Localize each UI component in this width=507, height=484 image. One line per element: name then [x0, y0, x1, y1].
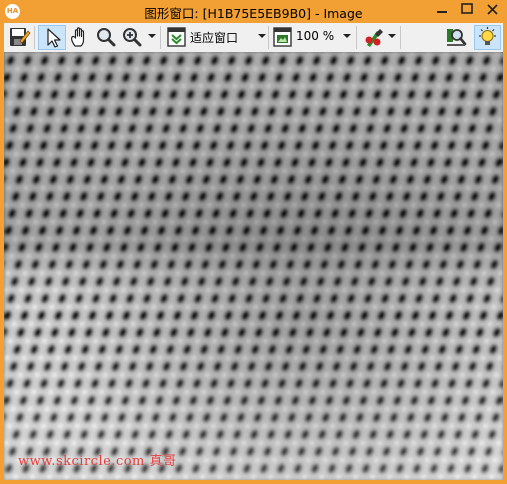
- zoom-percent-button[interactable]: [272, 25, 294, 50]
- hand-pan-icon: [71, 27, 85, 47]
- graphics-window: HA 图形窗口: [H1B75E5EB9B0] - Image 适应窗口 100…: [0, 0, 507, 484]
- separator: [268, 26, 269, 49]
- color-dropdown-arrow-icon[interactable]: [388, 34, 396, 38]
- light-toggle-button[interactable]: [474, 25, 501, 50]
- app-logo-icon: HA: [5, 4, 20, 19]
- inspect-button[interactable]: [444, 25, 468, 50]
- lightbulb-icon: [479, 27, 496, 45]
- color-tool-button[interactable]: [362, 25, 386, 50]
- watermark-text: www.skcircle.com 真哥: [18, 454, 177, 469]
- minimize-icon: [437, 11, 447, 13]
- save-button[interactable]: [7, 25, 31, 50]
- window-title: 图形窗口: [H1B75E5EB9B0] - Image: [144, 6, 363, 21]
- pointer-icon: [47, 28, 61, 48]
- mesh-texture-image: [4, 52, 503, 480]
- inspect-icon: [447, 29, 467, 46]
- zoom-percent-select[interactable]: 100 %: [296, 29, 334, 43]
- maximize-icon: [461, 3, 473, 14]
- zoom-in-icon: [123, 28, 142, 47]
- zoom-in-button[interactable]: [120, 25, 144, 50]
- separator: [160, 26, 161, 49]
- toolbar: 适应窗口 100 %: [4, 23, 503, 52]
- minimize-button[interactable]: [428, 0, 456, 20]
- separator: [356, 26, 357, 49]
- title-bar[interactable]: HA 图形窗口: [H1B75E5EB9B0] - Image: [0, 0, 507, 23]
- zoom-percent-icon: [273, 27, 292, 47]
- fit-window-button[interactable]: [166, 25, 188, 50]
- save-icon: [10, 28, 31, 46]
- magnify-tool-button[interactable]: [94, 25, 118, 50]
- zoom-mode-dropdown-arrow-icon[interactable]: [258, 34, 266, 38]
- image-canvas[interactable]: www.skcircle.com 真哥: [4, 52, 503, 480]
- fit-window-icon: [167, 27, 186, 47]
- zoom-mode-select[interactable]: 适应窗口: [190, 29, 238, 46]
- separator: [400, 26, 401, 49]
- color-pencil-icon: [365, 29, 383, 47]
- separator: [34, 26, 35, 49]
- zoom-dropdown-arrow-icon[interactable]: [148, 34, 156, 38]
- pointer-tool-button[interactable]: [38, 25, 66, 50]
- close-button[interactable]: [478, 0, 507, 20]
- close-icon: [487, 4, 498, 15]
- magnifier-icon: [97, 28, 116, 47]
- pan-tool-button[interactable]: [68, 25, 92, 50]
- zoom-percent-dropdown-arrow-icon[interactable]: [343, 34, 351, 38]
